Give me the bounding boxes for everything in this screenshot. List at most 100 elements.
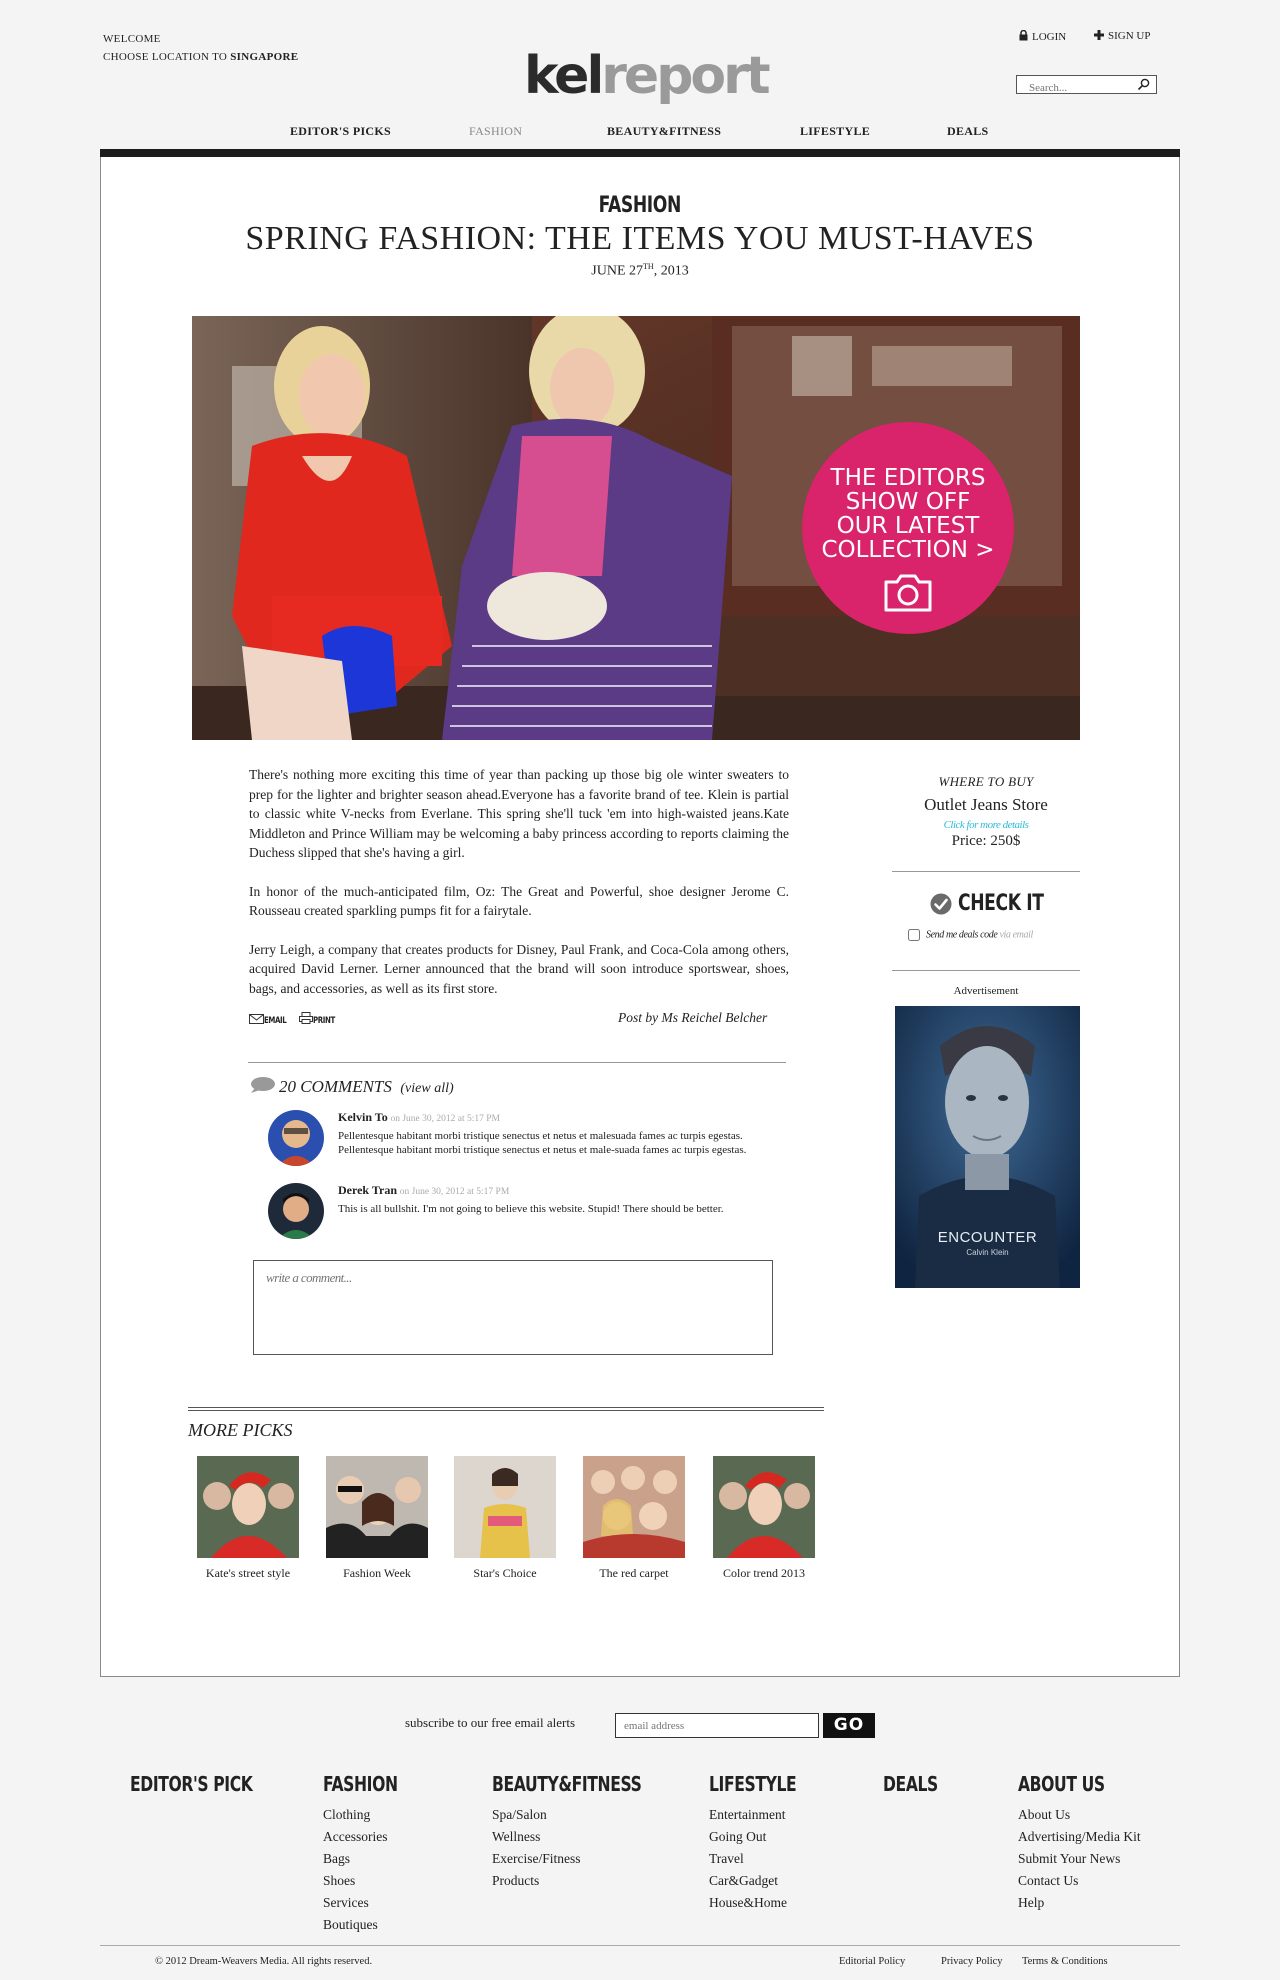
copyright-text: © 2012 Dream-Weavers Media. All rights r…	[155, 1956, 373, 1967]
pick-thumbnail[interactable]	[326, 1456, 428, 1558]
welcome-text: WELCOME CHOOSE LOCATION TO SINGAPORE	[103, 30, 298, 66]
footer-heading[interactable]: BEAUTY&FITNESS	[492, 1772, 642, 1796]
footer-link[interactable]: Entertainment	[709, 1804, 821, 1826]
article-paragraph: Jerry Leigh, a company that creates prod…	[249, 941, 789, 996]
footer-heading[interactable]: DEALS	[883, 1772, 938, 1796]
editors-collection-badge[interactable]: THE EDITORS SHOW OFF OUR LATEST COLLECTI…	[802, 422, 1014, 634]
pick-image-fashion-week	[326, 1456, 428, 1558]
more-details-link[interactable]: Click for more details	[892, 819, 1080, 831]
subscribe-email-box[interactable]	[615, 1713, 819, 1738]
avatar[interactable]	[268, 1110, 324, 1166]
pick-caption[interactable]: Star's Choice	[435, 1566, 575, 1581]
footer-link[interactable]: Accessories	[323, 1826, 419, 1848]
pick-item[interactable]: Kate's street style	[197, 1456, 299, 1581]
comment-author[interactable]: Derek Tran	[338, 1183, 397, 1197]
pick-item[interactable]: Color trend 2013	[713, 1456, 815, 1581]
print-link[interactable]: PRINT	[299, 1012, 341, 1026]
pick-image-red-carpet	[583, 1456, 685, 1558]
footer-link[interactable]: Bags	[323, 1848, 419, 1870]
search-box[interactable]	[1016, 75, 1157, 97]
subscribe-go-button[interactable]: GO	[823, 1713, 875, 1738]
search-icon[interactable]	[1137, 78, 1150, 91]
pick-caption[interactable]: Color trend 2013	[694, 1566, 834, 1581]
footer-link[interactable]: Wellness	[492, 1826, 684, 1848]
footer-link[interactable]: Exercise/Fitness	[492, 1848, 684, 1870]
pick-item[interactable]: The red carpet	[583, 1456, 685, 1581]
footer-link[interactable]: Products	[492, 1870, 684, 1892]
pick-thumbnail[interactable]	[713, 1456, 815, 1558]
footer-heading[interactable]: FASHION	[323, 1772, 398, 1796]
footer-link[interactable]: Travel	[709, 1848, 821, 1870]
deals-code-checkbox[interactable]	[908, 929, 920, 941]
search-input[interactable]	[1017, 79, 1132, 97]
pick-image-stars-choice	[454, 1456, 556, 1558]
advertisement-banner[interactable]: ENCOUNTER Calvin Klein	[895, 1006, 1080, 1288]
article-title: SPRING FASHION: THE ITEMS YOU MUST-HAVES	[245, 220, 1035, 257]
footer-link[interactable]: Services	[323, 1892, 419, 1914]
login-link[interactable]: LOGIN	[1019, 29, 1066, 43]
footer-link[interactable]: Car&Gadget	[709, 1870, 821, 1892]
deals-via-label: via email	[999, 929, 1034, 941]
pick-caption[interactable]: The red carpet	[564, 1566, 704, 1581]
comment-text: Pellentesque habitant morbi tristique se…	[338, 1129, 747, 1157]
promo-line-3: OUR LATEST	[836, 513, 980, 539]
location-prefix: CHOOSE LOCATION TO	[103, 51, 228, 63]
ad-sub-text: Calvin Klein	[966, 1248, 1009, 1257]
location-value[interactable]: SINGAPORE	[230, 51, 298, 63]
footer-link[interactable]: Advertising/Media Kit	[1018, 1826, 1141, 1848]
site-logo[interactable]: kelreport	[524, 46, 771, 106]
pick-thumbnail[interactable]	[454, 1456, 556, 1558]
footer-heading[interactable]: LIFESTYLE	[709, 1772, 797, 1796]
nav-editors-picks[interactable]: EDITOR'S PICKS	[290, 124, 391, 142]
pick-thumbnail[interactable]	[583, 1456, 685, 1558]
footer-column-editors-pick: EDITOR'S PICK	[130, 1772, 287, 1804]
editorial-policy-link[interactable]: Editorial Policy	[839, 1956, 905, 1967]
footer-link[interactable]: Contact Us	[1018, 1870, 1141, 1892]
section-label: FASHION	[0, 193, 1280, 218]
nav-fashion[interactable]: FASHION	[469, 124, 522, 142]
footer-link[interactable]: House&Home	[709, 1892, 821, 1914]
nav-beauty-fitness[interactable]: BEAUTY&FITNESS	[607, 124, 721, 142]
store-name[interactable]: Outlet Jeans Store	[892, 795, 1080, 815]
footer-link[interactable]: Submit Your News	[1018, 1848, 1141, 1870]
nav-deals[interactable]: DEALS	[947, 124, 989, 142]
check-it-button[interactable]: CHECK IT	[930, 891, 1044, 919]
pick-item[interactable]: Fashion Week	[326, 1456, 428, 1581]
comment-author[interactable]: Kelvin To	[338, 1110, 388, 1124]
pick-caption[interactable]: Fashion Week	[307, 1566, 447, 1581]
email-link[interactable]: EMAIL	[249, 1014, 295, 1026]
sidebar-divider	[892, 970, 1080, 971]
signup-link[interactable]: SIGN UP	[1094, 30, 1150, 42]
comment-input[interactable]	[254, 1261, 772, 1354]
pick-caption[interactable]: Kate's street style	[178, 1566, 318, 1581]
view-all-comments-link[interactable]: (view all)	[400, 1081, 453, 1096]
pick-image-color-trend	[713, 1456, 815, 1558]
terms-link[interactable]: Terms & Conditions	[1022, 1956, 1108, 1967]
article-body: There's nothing more exciting this time …	[249, 765, 789, 1017]
deals-code-option[interactable]: Send me deals code via email	[908, 929, 1033, 941]
comment-box[interactable]	[253, 1260, 773, 1355]
signup-label: SIGN UP	[1108, 30, 1151, 42]
header-divider-bar	[100, 149, 1180, 157]
footer-link[interactable]: Boutiques	[323, 1914, 419, 1936]
footer-link[interactable]: Help	[1018, 1892, 1141, 1914]
footer-link[interactable]: Clothing	[323, 1804, 419, 1826]
envelope-icon	[249, 1014, 264, 1024]
pick-item[interactable]: Star's Choice	[454, 1456, 556, 1581]
nav-lifestyle[interactable]: LIFESTYLE	[800, 124, 870, 142]
footer-heading[interactable]: EDITOR'S PICK	[130, 1772, 253, 1796]
more-picks-title: MORE PICKS	[188, 1420, 293, 1440]
pick-thumbnail[interactable]	[197, 1456, 299, 1558]
footer-column-deals: DEALS	[883, 1772, 953, 1804]
subscribe-email-input[interactable]	[616, 1714, 818, 1738]
comment-text: This is all bullshit. I'm not going to b…	[338, 1202, 724, 1215]
footer-link[interactable]: Spa/Salon	[492, 1804, 684, 1826]
location-line[interactable]: CHOOSE LOCATION TO SINGAPORE	[103, 48, 298, 66]
logo-part-report: report	[601, 46, 770, 106]
footer-heading[interactable]: ABOUT US	[1018, 1772, 1114, 1796]
footer-link[interactable]: Going Out	[709, 1826, 821, 1848]
privacy-policy-link[interactable]: Privacy Policy	[941, 1956, 1003, 1967]
footer-link[interactable]: About Us	[1018, 1804, 1141, 1826]
avatar[interactable]	[268, 1183, 324, 1239]
footer-link[interactable]: Shoes	[323, 1870, 419, 1892]
